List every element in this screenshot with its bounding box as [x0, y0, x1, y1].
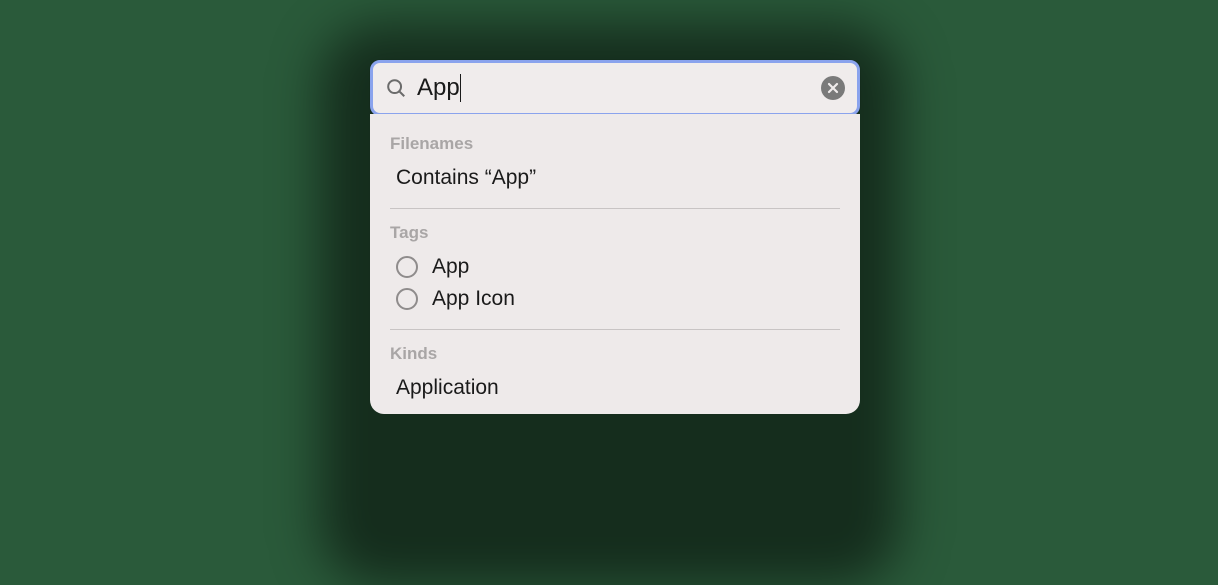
suggestion-tag[interactable]: App	[390, 251, 840, 283]
suggestions-dropdown: Filenames Contains “App” Tags App App Ic…	[370, 114, 860, 414]
search-field[interactable]: App	[370, 60, 860, 116]
section-filenames: Filenames Contains “App”	[370, 134, 860, 194]
suggestion-filename[interactable]: Contains “App”	[390, 162, 840, 194]
clear-button[interactable]	[821, 76, 845, 100]
search-icon	[385, 77, 407, 99]
search-input-value: App	[417, 74, 460, 102]
section-header-kinds: Kinds	[390, 344, 840, 364]
tag-circle-icon	[396, 256, 418, 278]
suggestion-label: App Icon	[432, 287, 515, 311]
suggestion-tag[interactable]: App Icon	[390, 283, 840, 315]
suggestion-label: Application	[396, 376, 499, 400]
divider	[390, 208, 840, 209]
suggestion-label: App	[432, 255, 469, 279]
divider	[390, 329, 840, 330]
suggestion-kind[interactable]: Application	[390, 372, 840, 404]
suggestion-label: Contains “App”	[396, 166, 536, 190]
section-kinds: Kinds Application	[370, 344, 860, 404]
text-cursor	[460, 74, 462, 102]
search-input[interactable]: App	[417, 74, 811, 102]
search-popup: App Filenames Contains “App” Tags	[370, 60, 860, 414]
section-header-tags: Tags	[390, 223, 840, 243]
section-header-filenames: Filenames	[390, 134, 840, 154]
tag-circle-icon	[396, 288, 418, 310]
section-tags: Tags App App Icon	[370, 223, 860, 315]
